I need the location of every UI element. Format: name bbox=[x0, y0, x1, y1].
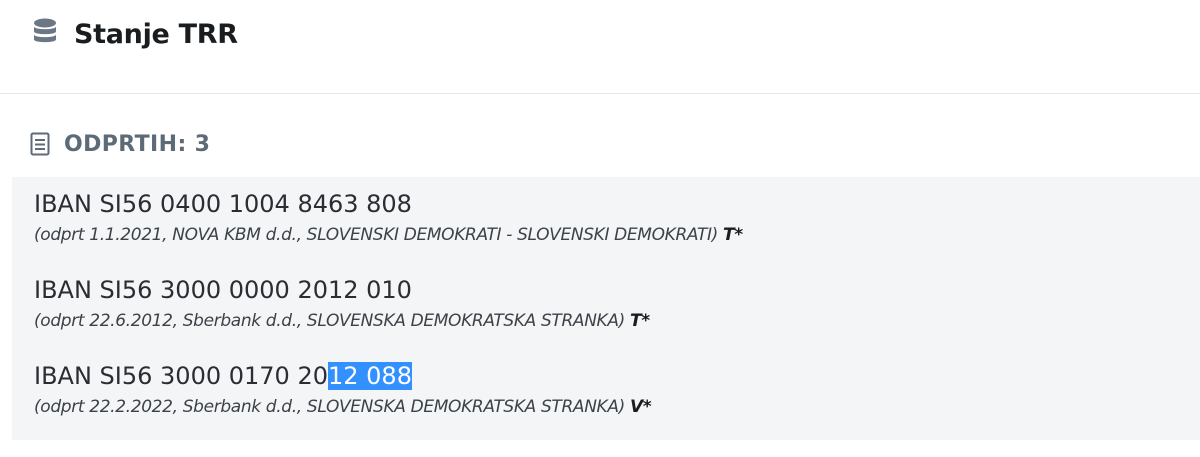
account-item: IBAN SI56 3000 0170 2012 088 (odprt 22.2… bbox=[34, 361, 652, 419]
database-icon bbox=[34, 18, 56, 43]
account-details: (odprt 1.1.2021, NOVA KBM d.d., SLOVENSK… bbox=[34, 223, 743, 247]
open-count: 3 bbox=[194, 131, 211, 157]
account-flag: T* bbox=[723, 225, 743, 245]
accounts-list: IBAN SI56 0400 1004 8463 808 (odprt 1.1.… bbox=[12, 177, 1200, 440]
account-item: IBAN SI56 3000 0000 2012 010 (odprt 22.6… bbox=[34, 275, 650, 333]
account-detail-text: (odprt 1.1.2021, NOVA KBM d.d., SLOVENSK… bbox=[34, 225, 718, 245]
selected-text: 12 088 bbox=[327, 362, 412, 390]
card-header: Stanje TRR bbox=[0, 0, 1200, 94]
account-detail-text: (odprt 22.2.2022, Sberbank d.d., SLOVENS… bbox=[34, 397, 625, 417]
account-detail-text: (odprt 22.6.2012, Sberbank d.d., SLOVENS… bbox=[34, 311, 625, 331]
iban-number[interactable]: IBAN SI56 3000 0170 2012 088 bbox=[34, 361, 651, 391]
account-flag: V* bbox=[629, 397, 652, 417]
account-details: (odprt 22.2.2022, Sberbank d.d., SLOVENS… bbox=[34, 395, 652, 419]
section-label: ODPRTIH: bbox=[64, 131, 187, 157]
iban-number[interactable]: IBAN SI56 0400 1004 8463 808 bbox=[34, 189, 743, 219]
account-item: IBAN SI56 0400 1004 8463 808 (odprt 1.1.… bbox=[34, 189, 743, 247]
page-title: Stanje TRR bbox=[74, 19, 238, 50]
iban-number[interactable]: IBAN SI56 3000 0000 2012 010 bbox=[34, 275, 650, 305]
account-flag: T* bbox=[629, 311, 650, 331]
account-details: (odprt 22.6.2012, Sberbank d.d., SLOVENS… bbox=[34, 309, 650, 333]
open-accounts-heading: ODPRTIH: 3 bbox=[30, 128, 210, 160]
list-icon bbox=[30, 132, 50, 156]
iban-text: IBAN SI56 3000 0170 20 bbox=[34, 362, 328, 390]
